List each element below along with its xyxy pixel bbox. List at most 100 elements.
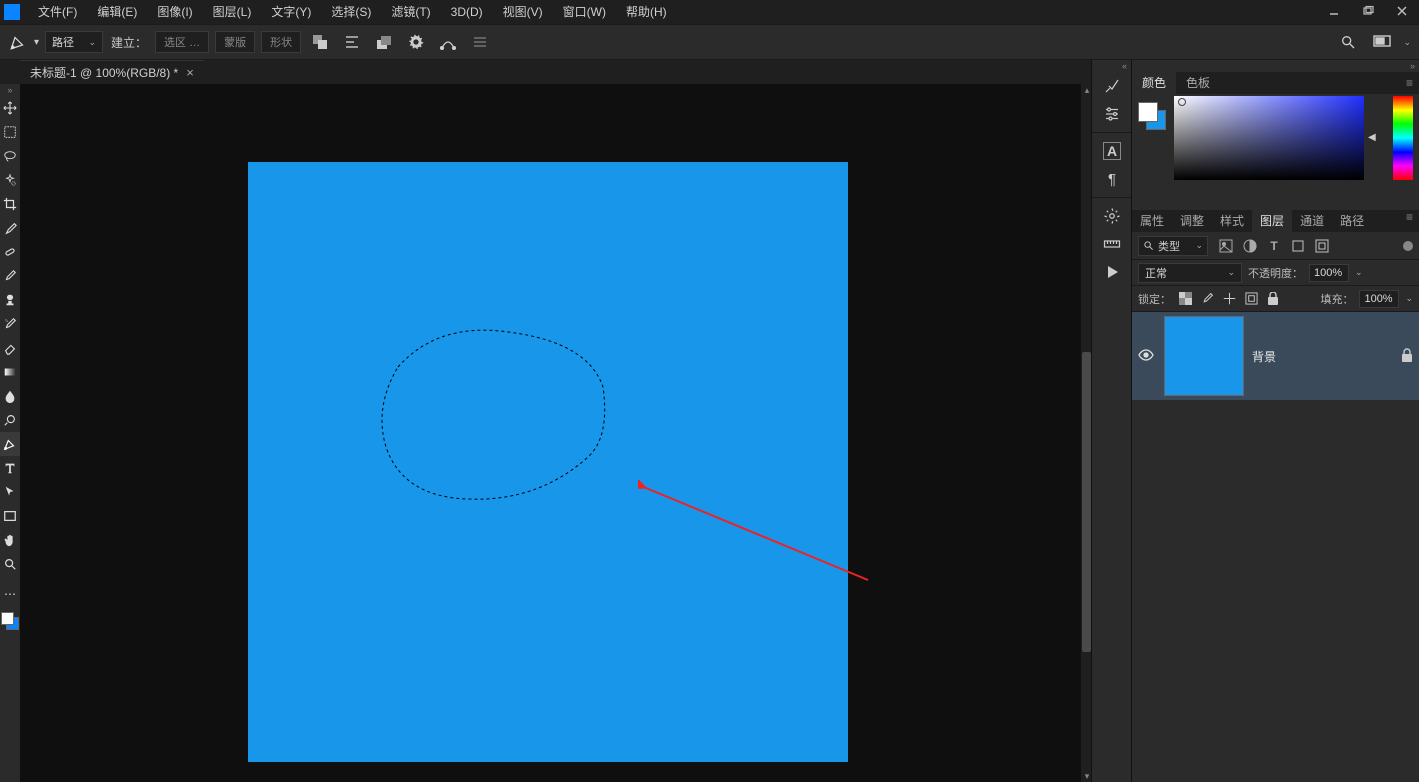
layer-name[interactable]: 背景: [1252, 348, 1276, 365]
layer-thumbnail[interactable]: [1164, 316, 1244, 396]
make-mask-button[interactable]: 蒙版: [215, 31, 255, 53]
panels-collapse-icon[interactable]: »: [1132, 60, 1419, 72]
history-panel-icon[interactable]: [1092, 72, 1132, 100]
edit-toolbar-icon[interactable]: ⋯: [0, 582, 20, 606]
layer-kind-combo[interactable]: 类型 ⌄: [1138, 236, 1208, 256]
filter-shape-icon[interactable]: [1290, 238, 1306, 254]
tool-dropdown-icon[interactable]: ▾: [34, 37, 39, 48]
menu-edit[interactable]: 编辑(E): [87, 0, 147, 24]
lock-artboard-icon[interactable]: [1243, 291, 1259, 307]
character-panel-icon[interactable]: A: [1092, 137, 1132, 165]
menu-select[interactable]: 选择(S): [321, 0, 381, 24]
stamp-tool-icon[interactable]: [0, 288, 20, 312]
chevron-down-icon[interactable]: ⌄: [1405, 293, 1413, 304]
lock-position-icon[interactable]: [1221, 291, 1237, 307]
actions-panel-icon[interactable]: [1092, 202, 1132, 230]
menu-file[interactable]: 文件(F): [28, 0, 87, 24]
zoom-tool-icon[interactable]: [0, 552, 20, 576]
path-arrange-icon[interactable]: [371, 30, 397, 54]
dock-collapse-icon[interactable]: «: [1092, 60, 1131, 72]
marquee-tool-icon[interactable]: [0, 120, 20, 144]
path-select-tool-icon[interactable]: [0, 480, 20, 504]
adjustments-panel-icon[interactable]: [1092, 100, 1132, 128]
blend-mode-combo[interactable]: 正常 ⌄: [1138, 263, 1242, 283]
tab-adjust[interactable]: 调整: [1172, 210, 1212, 232]
gradient-tool-icon[interactable]: [0, 360, 20, 384]
constrain-icon[interactable]: [467, 30, 493, 54]
filter-pixel-icon[interactable]: [1218, 238, 1234, 254]
hue-strip[interactable]: [1393, 96, 1413, 180]
menu-help[interactable]: 帮助(H): [616, 0, 677, 24]
hand-tool-icon[interactable]: [0, 528, 20, 552]
pen-tool-icon[interactable]: [6, 30, 30, 54]
color-field[interactable]: [1174, 96, 1364, 180]
tab-swatches[interactable]: 色板: [1176, 72, 1220, 94]
move-tool-icon[interactable]: [0, 96, 20, 120]
pen-tool-icon[interactable]: [0, 432, 20, 456]
make-selection-button[interactable]: 选区 …: [155, 31, 209, 53]
chevron-down-icon[interactable]: ⌄: [1403, 37, 1411, 48]
panel-menu-icon[interactable]: ≡: [1400, 76, 1419, 90]
canvas[interactable]: [248, 162, 848, 762]
gear-icon[interactable]: [403, 30, 429, 54]
color-slider-handle-icon[interactable]: ◀: [1368, 132, 1376, 143]
document-tab[interactable]: 未标题-1 @ 100%(RGB/8) * ×: [20, 60, 204, 84]
rectangle-tool-icon[interactable]: [0, 504, 20, 528]
crop-tool-icon[interactable]: [0, 192, 20, 216]
make-shape-button[interactable]: 形状: [261, 31, 301, 53]
filter-smart-icon[interactable]: [1314, 238, 1330, 254]
menu-type[interactable]: 文字(Y): [261, 0, 321, 24]
color-swatches[interactable]: [1, 612, 19, 630]
quick-select-tool-icon[interactable]: [0, 168, 20, 192]
foreground-color-swatch[interactable]: [1, 612, 14, 625]
lock-all-icon[interactable]: [1265, 291, 1281, 307]
tab-channels[interactable]: 通道: [1292, 210, 1332, 232]
blur-tool-icon[interactable]: [0, 384, 20, 408]
fill-input[interactable]: 100%: [1359, 290, 1399, 308]
visibility-eye-icon[interactable]: [1138, 349, 1156, 364]
menu-3d[interactable]: 3D(D): [441, 0, 493, 24]
lock-paint-icon[interactable]: [1199, 291, 1215, 307]
history-brush-tool-icon[interactable]: [0, 312, 20, 336]
window-restore-button[interactable]: [1351, 0, 1385, 22]
search-icon[interactable]: [1335, 30, 1361, 54]
tab-styles[interactable]: 样式: [1212, 210, 1252, 232]
tab-properties[interactable]: 属性: [1132, 210, 1172, 232]
window-close-button[interactable]: [1385, 0, 1419, 22]
color-swatch-pair[interactable]: [1138, 102, 1166, 130]
menu-window[interactable]: 窗口(W): [553, 0, 616, 24]
filter-adjust-icon[interactable]: [1242, 238, 1258, 254]
type-tool-icon[interactable]: [0, 456, 20, 480]
tab-color[interactable]: 颜色: [1132, 72, 1176, 94]
heal-tool-icon[interactable]: [0, 240, 20, 264]
menu-image[interactable]: 图像(I): [147, 0, 202, 24]
tab-paths[interactable]: 路径: [1332, 210, 1372, 232]
close-icon[interactable]: ×: [186, 65, 194, 80]
mode-combo[interactable]: 路径 ⌄: [45, 31, 103, 53]
eyedropper-tool-icon[interactable]: [0, 216, 20, 240]
fg-color-swatch[interactable]: [1138, 102, 1158, 122]
filter-type-icon[interactable]: T: [1266, 238, 1282, 254]
path-ops-combine-icon[interactable]: [307, 30, 333, 54]
lasso-tool-icon[interactable]: [0, 144, 20, 168]
menu-filter[interactable]: 滤镜(T): [381, 0, 440, 24]
tab-layers[interactable]: 图层: [1252, 210, 1292, 232]
menu-view[interactable]: 视图(V): [493, 0, 553, 24]
dodge-tool-icon[interactable]: [0, 408, 20, 432]
brush-tool-icon[interactable]: [0, 264, 20, 288]
rubber-band-icon[interactable]: [435, 30, 461, 54]
lock-icon[interactable]: [1401, 348, 1413, 365]
layer-row[interactable]: 背景: [1132, 312, 1419, 400]
paragraph-panel-icon[interactable]: ¶: [1092, 165, 1132, 193]
panel-menu-icon[interactable]: ≡: [1400, 210, 1419, 232]
toolbox-collapse-icon[interactable]: »: [0, 84, 20, 96]
scroll-thumb[interactable]: [1082, 352, 1091, 652]
filter-toggle[interactable]: [1403, 241, 1413, 251]
lock-pixels-icon[interactable]: [1177, 291, 1193, 307]
opacity-input[interactable]: 100%: [1309, 264, 1349, 282]
menu-layer[interactable]: 图层(L): [203, 0, 262, 24]
eraser-tool-icon[interactable]: [0, 336, 20, 360]
measure-panel-icon[interactable]: [1092, 230, 1132, 258]
chevron-down-icon[interactable]: ⌄: [1355, 267, 1363, 278]
play-panel-icon[interactable]: [1092, 258, 1132, 286]
